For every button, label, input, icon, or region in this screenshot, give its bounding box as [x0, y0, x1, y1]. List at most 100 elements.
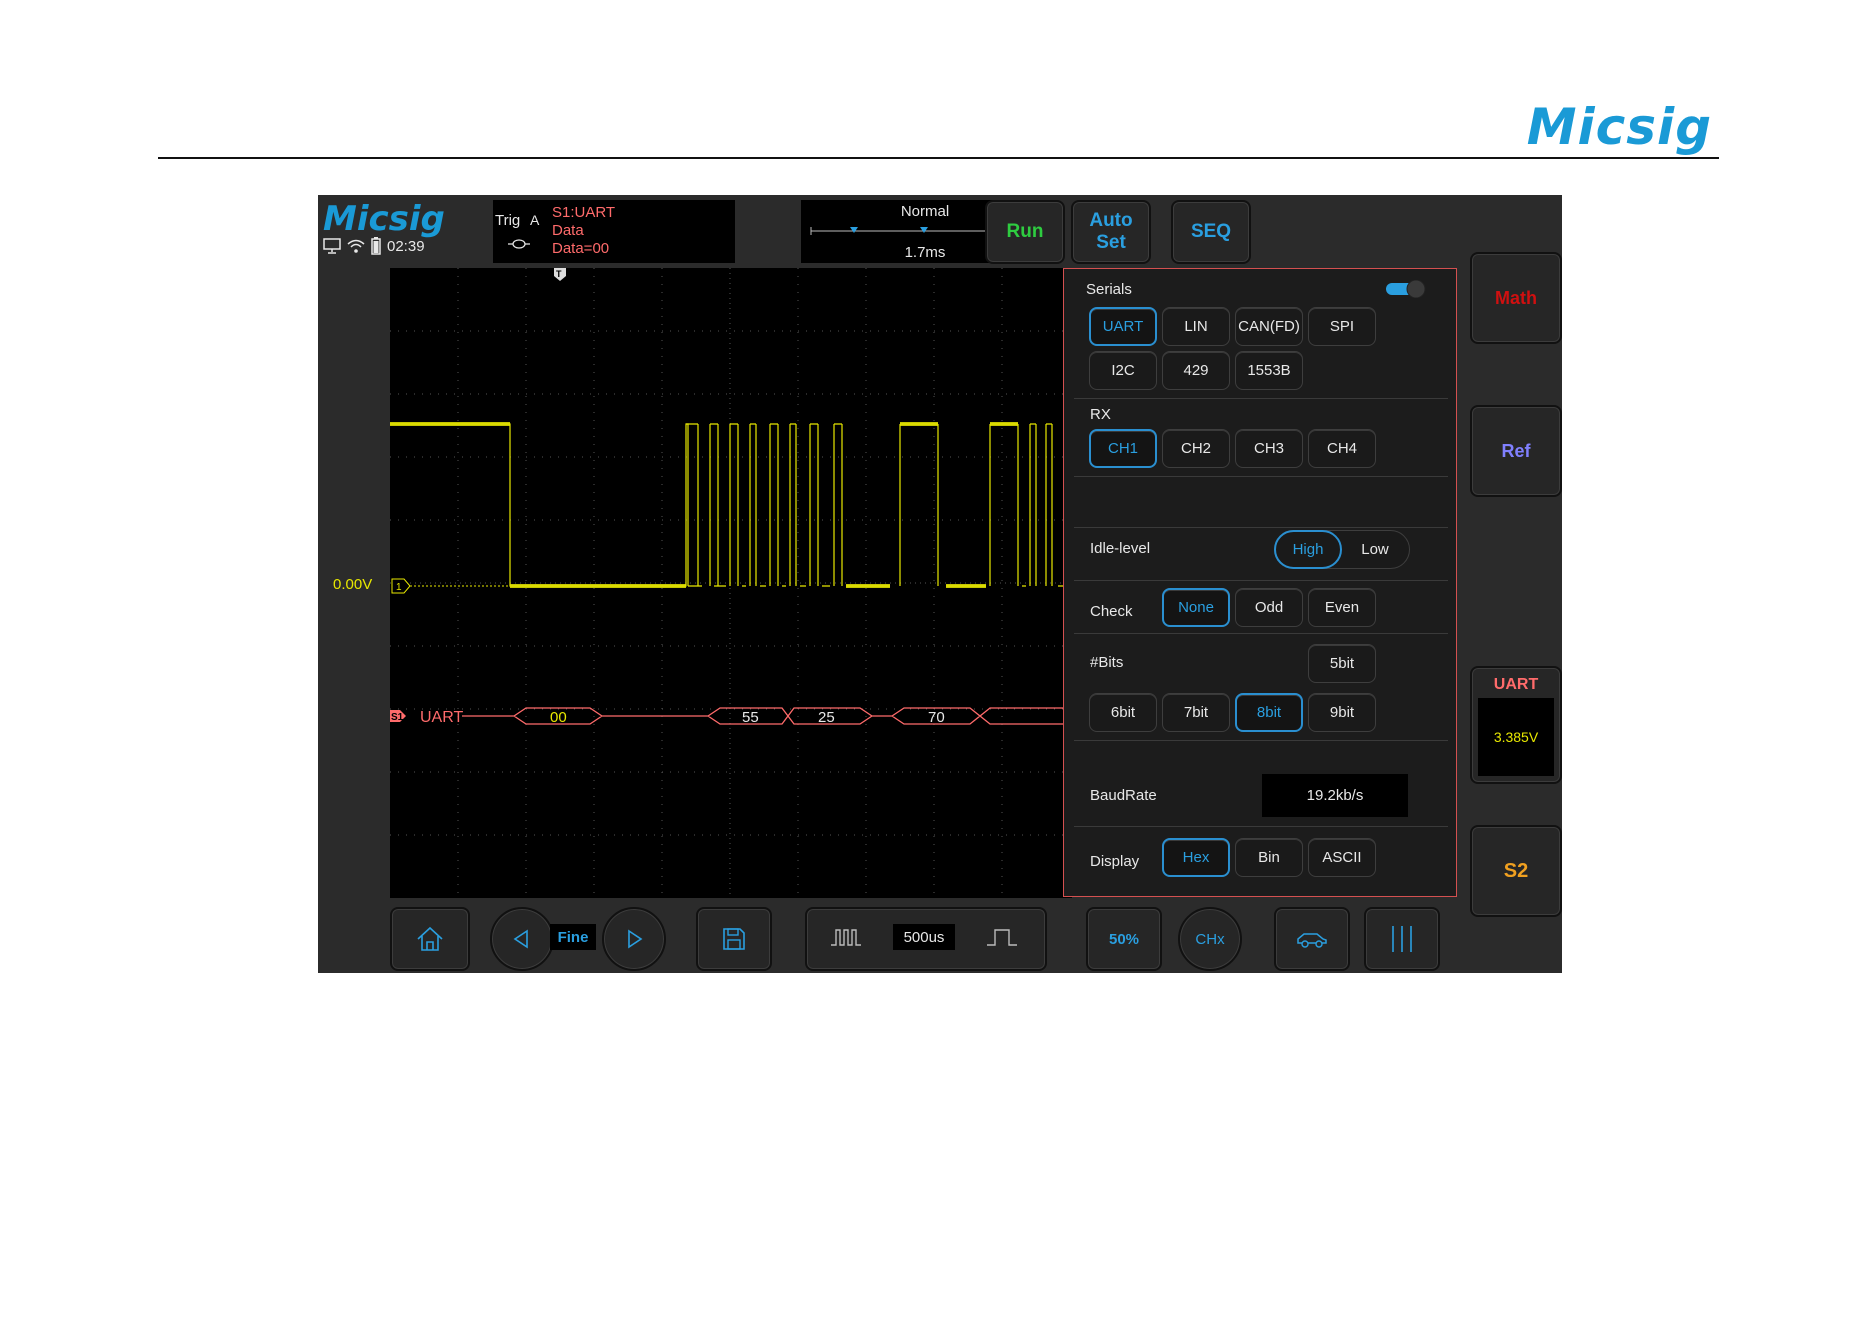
check-even-button[interactable]: Even [1308, 588, 1376, 627]
ch1-ground-marker: 1 [391, 578, 510, 594]
seq-button[interactable]: SEQ [1171, 200, 1251, 264]
divider [1074, 740, 1448, 741]
save-button[interactable] [696, 907, 772, 971]
screen-logo: Micsig [323, 199, 445, 239]
fine-toggle[interactable]: Fine [550, 924, 596, 950]
trigger-info[interactable]: Trig A S1:UART Data Data=00 [493, 200, 735, 263]
protocol-canfd-button[interactable]: CAN(FD) [1235, 307, 1303, 346]
display-hex-button[interactable]: Hex [1162, 838, 1230, 877]
bits-label: #Bits [1090, 654, 1124, 671]
decoded-byte: 25 [818, 709, 835, 726]
ch1-marker-label: 1 [396, 582, 402, 593]
car-mode-button[interactable] [1274, 907, 1350, 971]
s2-button[interactable]: S2 [1470, 825, 1562, 917]
check-odd-button[interactable]: Odd [1235, 588, 1303, 627]
trigger-position-marker: T [554, 268, 566, 281]
rx-ch3-button[interactable]: CH3 [1235, 429, 1303, 468]
idle-level-switch[interactable]: High Low [1274, 530, 1410, 569]
trigger-edge-icon [508, 239, 530, 249]
decoded-byte: 70 [928, 709, 945, 726]
car-icon [1297, 933, 1327, 948]
rx-label: RX [1090, 406, 1111, 423]
oscilloscope-screen: Micsig 02:39 Trig A S1:UART Data Data=00… [318, 195, 1562, 973]
divider [1074, 826, 1448, 827]
timebase-increase-button[interactable] [963, 909, 1041, 965]
trigger-label: Trig [495, 212, 521, 229]
save-icon [723, 928, 745, 950]
battery-icon [371, 237, 381, 255]
check-label: Check [1090, 603, 1133, 620]
run-button[interactable]: Run [985, 200, 1065, 264]
bits-7-button[interactable]: 7bit [1162, 693, 1230, 732]
serial-settings-panel: Serials UART LIN CAN(FD) SPI I2C 429 155… [1063, 268, 1457, 897]
auto-set-button[interactable]: Auto Set [1071, 200, 1151, 264]
triangle-left-icon [513, 929, 528, 949]
monitor-icon [323, 238, 341, 254]
chx-button[interactable]: CHx [1178, 907, 1242, 971]
brand-logo: Micsig [1526, 98, 1712, 156]
decoded-byte: 00 [550, 709, 567, 726]
timebase-value: 500us [893, 924, 955, 950]
header-rule [158, 157, 1719, 159]
trigger-protocol: S1:UART [552, 204, 616, 221]
serials-label: Serials [1086, 281, 1132, 298]
ch1-trace [390, 423, 1072, 587]
rx-ch2-button[interactable]: CH2 [1162, 429, 1230, 468]
trigger-source: A [530, 212, 540, 228]
rx-ch1-button[interactable]: CH1 [1089, 429, 1157, 468]
idle-level-label: Idle-level [1090, 540, 1151, 557]
divider [1074, 633, 1448, 634]
auto-set-line2: Set [1096, 232, 1126, 253]
check-none-button[interactable]: None [1162, 588, 1230, 627]
serial-bus-decode: S1 UART 00 55 25 70 [390, 707, 1072, 726]
scroll-right-button[interactable] [602, 907, 666, 971]
triangle-right-icon [628, 929, 643, 949]
protocol-lin-button[interactable]: LIN [1162, 307, 1230, 346]
trigger-marker-label: T [556, 269, 562, 279]
idle-low-option[interactable]: Low [1341, 531, 1409, 568]
ref-button[interactable]: Ref [1470, 405, 1562, 497]
protocol-uart-button[interactable]: UART [1089, 307, 1157, 346]
scroll-left-button[interactable] [490, 907, 554, 971]
divider [1074, 398, 1448, 399]
graticule [390, 268, 1072, 898]
pulse-narrow-icon [831, 929, 861, 946]
trigger-50-button[interactable]: 50% [1086, 907, 1162, 971]
bits-8-button[interactable]: 8bit [1235, 693, 1303, 732]
display-bin-button[interactable]: Bin [1235, 838, 1303, 877]
idle-high-option[interactable]: High [1274, 530, 1342, 569]
waveform-display[interactable]: 1 T S1 UART 00 55 25 70 [390, 268, 1072, 898]
uart-channel-tile[interactable]: UART 3.385V [1470, 666, 1562, 784]
serials-toggle[interactable] [1386, 280, 1426, 298]
bus-label: UART [420, 709, 463, 726]
math-button[interactable]: Math [1470, 252, 1562, 344]
channel-offset-label: 0.00V [333, 576, 373, 593]
divider [1074, 476, 1448, 477]
bits-9-button[interactable]: 9bit [1308, 693, 1376, 732]
protocol-i2c-button[interactable]: I2C [1089, 351, 1157, 390]
home-icon [417, 926, 443, 951]
rx-ch4-button[interactable]: CH4 [1308, 429, 1376, 468]
status-row: 02:39 [323, 237, 425, 255]
auto-set-line1: Auto [1089, 210, 1133, 231]
serial-badge: S1 [391, 712, 404, 723]
cursor-button[interactable] [1364, 907, 1440, 971]
bits-6-button[interactable]: 6bit [1089, 693, 1157, 732]
divider [1074, 580, 1448, 581]
bits-5-button[interactable]: 5bit [1308, 644, 1376, 683]
display-ascii-button[interactable]: ASCII [1308, 838, 1376, 877]
home-button[interactable] [390, 907, 470, 971]
baud-rate-label: BaudRate [1090, 787, 1157, 804]
baud-rate-field[interactable]: 19.2kb/s [1262, 774, 1408, 817]
clock: 02:39 [387, 237, 425, 255]
divider [1074, 527, 1448, 528]
timebase-decrease-button[interactable] [807, 909, 885, 965]
uart-tile-title: UART [1493, 676, 1539, 693]
display-label: Display [1090, 853, 1140, 870]
trigger-condition: Data=00 [552, 240, 610, 257]
pulse-wide-icon [987, 929, 1017, 946]
uart-threshold-value: 3.385V [1478, 698, 1554, 776]
protocol-429-button[interactable]: 429 [1162, 351, 1230, 390]
protocol-1553b-button[interactable]: 1553B [1235, 351, 1303, 390]
protocol-spi-button[interactable]: SPI [1308, 307, 1376, 346]
